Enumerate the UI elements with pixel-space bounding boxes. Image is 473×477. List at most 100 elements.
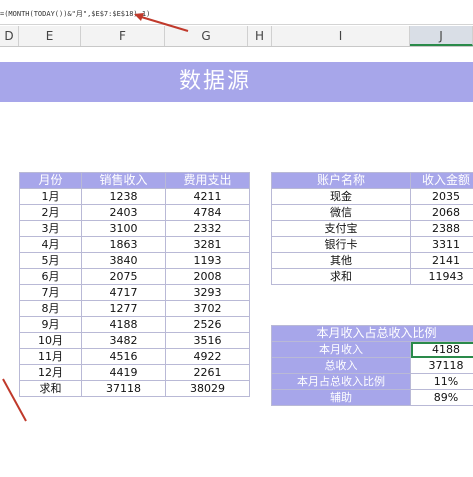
- monthly-table-cell[interactable]: 2526: [165, 316, 250, 333]
- ratio-table-cell[interactable]: 89%: [409, 389, 473, 406]
- monthly-table-cell[interactable]: 9月: [19, 316, 82, 333]
- header-month[interactable]: 月份: [19, 172, 82, 189]
- account-table: 账户名称 收入金额 现金 2035 微信 2068 支付宝 2388 银行卡 3311 其他 21…: [271, 172, 473, 285]
- monthly-table-row: 4月 1863 3281: [19, 236, 250, 253]
- account-table-row: 其他 2141: [271, 252, 473, 269]
- column-header-j[interactable]: J: [410, 26, 473, 46]
- monthly-table-cell[interactable]: 4784: [165, 204, 250, 221]
- monthly-table-row: 6月 2075 2008: [19, 268, 250, 285]
- account-table-cell[interactable]: 2068: [410, 204, 473, 221]
- monthly-table-cell[interactable]: 3281: [165, 236, 250, 253]
- column-header-f[interactable]: F: [81, 26, 165, 46]
- ratio-table: 本月收入占总收入比例 本月收入 4188 总收入 37118 本月占总收入比例 11% 辅助…: [270, 325, 473, 406]
- monthly-table-cell[interactable]: 求和: [19, 380, 82, 397]
- monthly-table-cell[interactable]: 1193: [165, 252, 250, 269]
- account-table-cell[interactable]: 微信: [271, 204, 411, 221]
- header-income-amount[interactable]: 收入金额: [410, 172, 473, 189]
- monthly-table-cell[interactable]: 6月: [19, 268, 82, 285]
- column-header-d[interactable]: D: [0, 26, 19, 46]
- monthly-table-cell[interactable]: 2075: [81, 268, 166, 285]
- monthly-table-row: 12月 4419 2261: [19, 364, 250, 381]
- ratio-table-cell[interactable]: 辅助: [271, 389, 411, 406]
- monthly-table-cell[interactable]: 3293: [165, 284, 250, 301]
- column-header-i[interactable]: I: [272, 26, 410, 46]
- account-table-cell[interactable]: 其他: [271, 252, 411, 269]
- ratio-table-title-row: 本月收入占总收入比例: [270, 325, 473, 342]
- account-table-cell[interactable]: 2388: [410, 220, 473, 237]
- header-sales[interactable]: 销售收入: [81, 172, 166, 189]
- monthly-table-cell[interactable]: 4516: [81, 348, 166, 365]
- monthly-table-cell[interactable]: 2261: [165, 364, 250, 381]
- monthly-table-cell[interactable]: 1277: [81, 300, 166, 317]
- title-banner[interactable]: 数据源: [0, 62, 473, 102]
- ratio-table-title[interactable]: 本月收入占总收入比例: [270, 325, 473, 342]
- monthly-table-row: 求和 37118 38029: [19, 380, 250, 397]
- monthly-table-row: 5月 3840 1193: [19, 252, 250, 269]
- column-header-h[interactable]: H: [248, 26, 272, 46]
- monthly-table-cell[interactable]: 2332: [165, 220, 250, 237]
- formula-text[interactable]: =(MONTH(TODAY())&"月",$E$7:$E$18),1): [0, 9, 150, 19]
- account-table-cell[interactable]: 求和: [271, 268, 411, 285]
- monthly-table: 月份 销售收入 费用支出 1月 1238 4211 2月 2403 4784 3月 3100 2…: [19, 172, 250, 397]
- formula-bar[interactable]: =(MONTH(TODAY())&"月",$E$7:$E$18),1): [0, 0, 473, 25]
- monthly-table-cell[interactable]: 2月: [19, 204, 82, 221]
- monthly-table-cell[interactable]: 12月: [19, 364, 82, 381]
- account-table-cell[interactable]: 现金: [271, 188, 411, 205]
- account-table-cell[interactable]: 2141: [410, 252, 473, 269]
- monthly-table-cell[interactable]: 8月: [19, 300, 82, 317]
- monthly-table-cell[interactable]: 3100: [81, 220, 166, 237]
- monthly-table-cell[interactable]: 4922: [165, 348, 250, 365]
- monthly-table-cell[interactable]: 4188: [81, 316, 166, 333]
- monthly-table-cell[interactable]: 1238: [81, 188, 166, 205]
- monthly-table-cell[interactable]: 38029: [165, 380, 250, 397]
- account-table-cell[interactable]: 2035: [410, 188, 473, 205]
- account-table-cell[interactable]: 11943: [410, 268, 473, 285]
- monthly-table-row: 10月 3482 3516: [19, 332, 250, 349]
- column-header-row: D E F G H I J: [0, 26, 473, 47]
- monthly-table-row: 8月 1277 3702: [19, 300, 250, 317]
- monthly-table-cell[interactable]: 1月: [19, 188, 82, 205]
- monthly-table-row: 3月 3100 2332: [19, 220, 250, 237]
- ratio-table-cell[interactable]: 4188: [409, 341, 473, 358]
- account-table-cell[interactable]: 支付宝: [271, 220, 411, 237]
- monthly-table-row: 11月 4516 4922: [19, 348, 250, 365]
- monthly-table-row: 7月 4717 3293: [19, 284, 250, 301]
- monthly-table-cell[interactable]: 3482: [81, 332, 166, 349]
- ratio-table-row: 本月占总收入比例 11%: [271, 373, 473, 390]
- account-table-cell[interactable]: 3311: [410, 236, 473, 253]
- ratio-table-cell[interactable]: 37118: [409, 357, 473, 374]
- account-table-row: 银行卡 3311: [271, 236, 473, 253]
- sheet-title: 数据源: [178, 69, 251, 94]
- header-expense[interactable]: 费用支出: [165, 172, 250, 189]
- monthly-table-row: 1月 1238 4211: [19, 188, 250, 205]
- monthly-table-cell[interactable]: 11月: [19, 348, 82, 365]
- monthly-table-cell[interactable]: 2403: [81, 204, 166, 221]
- monthly-table-cell[interactable]: 2008: [165, 268, 250, 285]
- ratio-table-cell[interactable]: 本月收入: [271, 341, 411, 358]
- ratio-table-row: 辅助 89%: [271, 389, 473, 406]
- ratio-table-cell[interactable]: 11%: [409, 373, 473, 390]
- header-account-name[interactable]: 账户名称: [271, 172, 411, 189]
- monthly-table-cell[interactable]: 1863: [81, 236, 166, 253]
- monthly-table-row: 9月 4188 2526: [19, 316, 250, 333]
- monthly-table-cell[interactable]: 3840: [81, 252, 166, 269]
- account-table-row: 支付宝 2388: [271, 220, 473, 237]
- monthly-table-header-row: 月份 销售收入 费用支出: [19, 172, 250, 189]
- monthly-table-cell[interactable]: 4717: [81, 284, 166, 301]
- column-header-g[interactable]: G: [165, 26, 248, 46]
- account-table-row: 求和 11943: [271, 268, 473, 285]
- ratio-table-cell[interactable]: 总收入: [271, 357, 411, 374]
- monthly-table-cell[interactable]: 3516: [165, 332, 250, 349]
- column-header-e[interactable]: E: [19, 26, 81, 46]
- monthly-table-cell[interactable]: 37118: [81, 380, 166, 397]
- monthly-table-cell[interactable]: 4月: [19, 236, 82, 253]
- monthly-table-cell[interactable]: 10月: [19, 332, 82, 349]
- monthly-table-cell[interactable]: 4419: [81, 364, 166, 381]
- monthly-table-cell[interactable]: 3702: [165, 300, 250, 317]
- monthly-table-cell[interactable]: 3月: [19, 220, 82, 237]
- monthly-table-cell[interactable]: 5月: [19, 252, 82, 269]
- monthly-table-cell[interactable]: 7月: [19, 284, 82, 301]
- account-table-cell[interactable]: 银行卡: [271, 236, 411, 253]
- monthly-table-cell[interactable]: 4211: [165, 188, 250, 205]
- ratio-table-cell[interactable]: 本月占总收入比例: [271, 373, 411, 390]
